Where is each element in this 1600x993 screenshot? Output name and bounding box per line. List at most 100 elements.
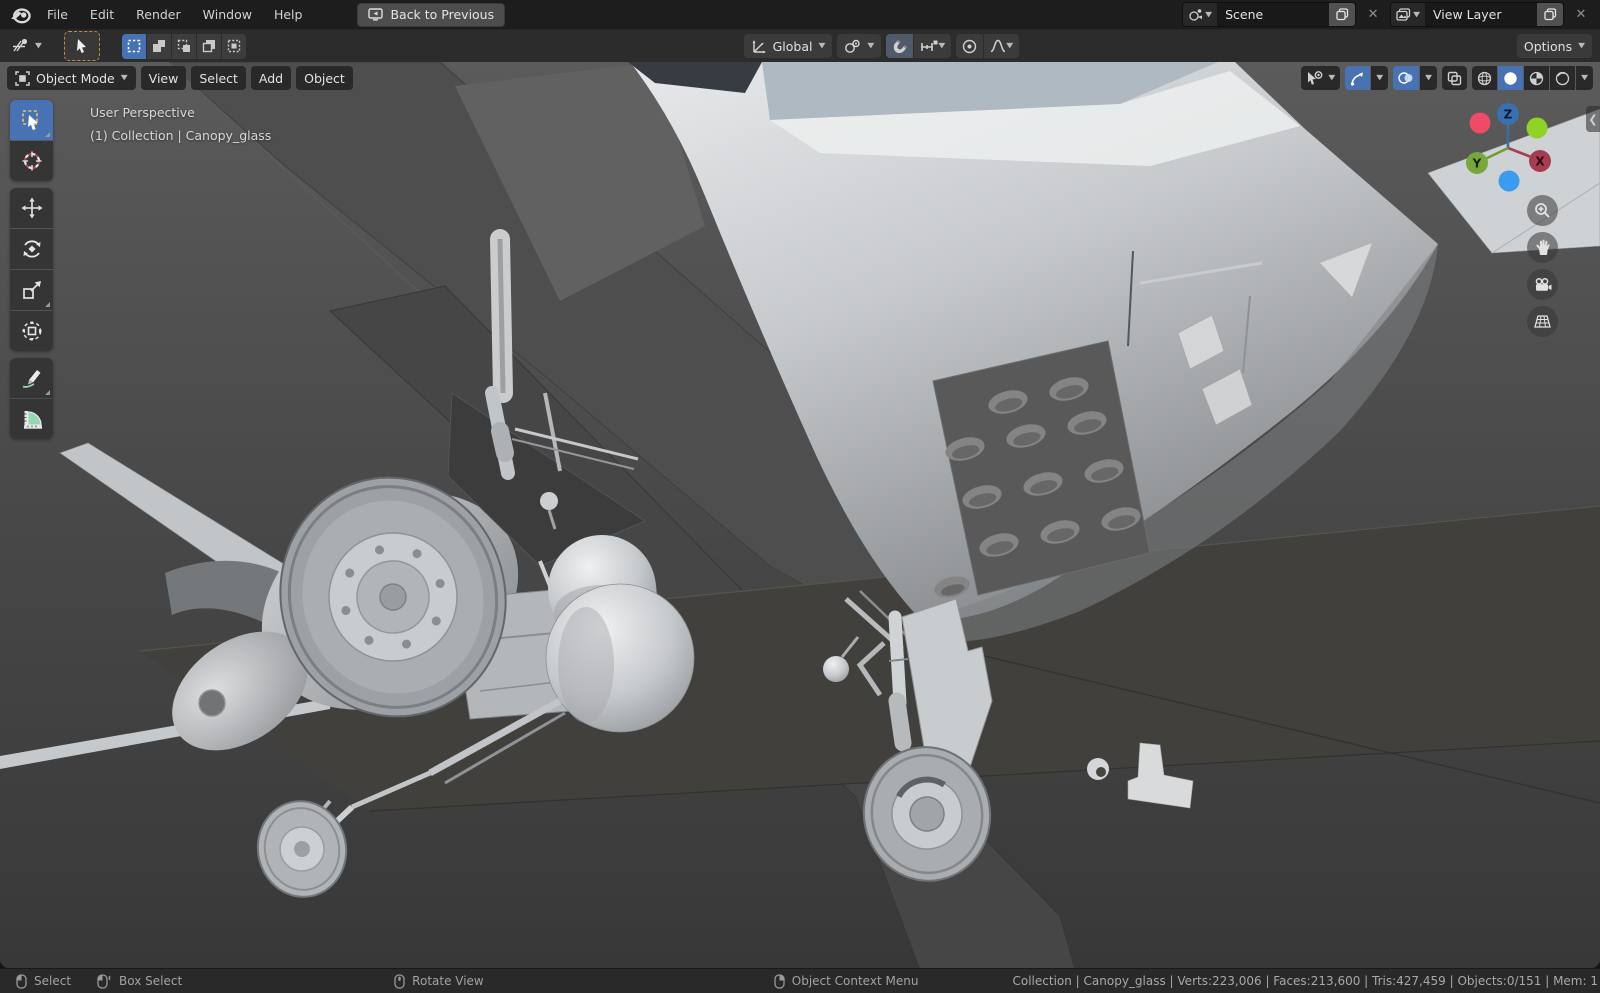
menu-help[interactable]: Help <box>263 4 314 26</box>
snap-toggle[interactable] <box>886 34 913 58</box>
solid-sphere-icon <box>1503 71 1518 86</box>
tool-scale[interactable] <box>10 270 53 310</box>
svg-text:Z: Z <box>1504 108 1513 122</box>
select-mode-intersect[interactable] <box>222 34 246 59</box>
chevron-down-icon: ▼ <box>1581 74 1588 82</box>
scene-browse-button[interactable]: ▼ <box>1183 3 1217 26</box>
tool-move[interactable] <box>10 188 53 228</box>
hand-icon <box>1535 239 1551 256</box>
overlays-icon <box>1398 71 1414 85</box>
chevron-down-icon: ▼ <box>1413 11 1420 19</box>
cursor-arrow-icon <box>74 38 90 54</box>
keymap-box-select: Box Select <box>97 974 182 989</box>
shading-solid-button[interactable] <box>1498 66 1523 90</box>
scene-name[interactable]: Scene <box>1217 7 1329 22</box>
transform-controls: Global ▼ ▼ <box>744 34 1020 58</box>
tool-measure[interactable] <box>10 399 53 439</box>
shading-rendered-button[interactable] <box>1550 66 1575 90</box>
back-to-previous-button[interactable]: Back to Previous <box>357 3 505 27</box>
gizmos-dropdown[interactable]: ▼ <box>1371 66 1388 90</box>
select-mode-new[interactable] <box>122 34 146 59</box>
viewport-header-right: ▼ ▼ <box>1301 66 1593 90</box>
xray-toggle[interactable] <box>1442 66 1467 90</box>
tool-annotate[interactable] <box>10 358 53 398</box>
gizmo-neg-x-ball[interactable] <box>1470 113 1491 134</box>
show-gizmos-toggle[interactable] <box>1345 66 1370 90</box>
tool-transform[interactable] <box>10 311 53 351</box>
overlays-dropdown[interactable]: ▼ <box>1420 66 1437 90</box>
snap-with-dropdown[interactable]: ▼ <box>914 34 951 58</box>
options-dropdown[interactable]: Options ▼ <box>1517 34 1592 58</box>
gizmo-z-ball[interactable]: Z <box>1497 103 1519 125</box>
selectability-eye-icon <box>1306 71 1324 85</box>
menu-edit[interactable]: Edit <box>79 4 125 26</box>
pan-button[interactable] <box>1527 232 1558 263</box>
view-layer-name[interactable]: View Layer <box>1425 7 1537 22</box>
perspective-toggle-button[interactable] <box>1527 306 1558 337</box>
navigation-gizmo[interactable]: Z X Y <box>1452 92 1564 204</box>
gizmo-x-ball[interactable]: X <box>1529 150 1551 172</box>
viewport-nav-buttons <box>1527 195 1558 337</box>
sidebar-toggle[interactable]: ❮ <box>1586 106 1600 132</box>
duplicate-icon <box>1544 8 1557 21</box>
back-screen-icon <box>368 8 383 21</box>
shading-dropdown[interactable]: ▼ <box>1576 66 1593 90</box>
view-layer-browse-button[interactable]: ▼ <box>1391 3 1425 26</box>
scene-new-button[interactable] <box>1329 3 1355 26</box>
visibility-dropdown[interactable]: ▼ <box>1301 66 1340 90</box>
view-layer-icon <box>1396 8 1411 22</box>
scene-unlink-button[interactable]: ✕ <box>1362 3 1384 26</box>
keymap-select: Select <box>16 974 71 989</box>
tool-select-box[interactable] <box>10 100 53 140</box>
viewport-menu-view[interactable]: View <box>141 66 187 90</box>
select-mode-extend[interactable] <box>147 34 171 59</box>
scene-selector[interactable]: ▼ Scene <box>1182 2 1356 27</box>
menu-render[interactable]: Render <box>125 4 192 26</box>
gizmo-y-ball[interactable]: Y <box>1466 152 1488 174</box>
3d-viewport[interactable]: Object Mode ▼ View Select Add Object ▼ <box>0 62 1600 968</box>
select-mode-subtract[interactable] <box>172 34 196 59</box>
pivot-point-dropdown[interactable]: ▼ <box>837 34 881 58</box>
shading-mode-group: ▼ <box>1472 66 1593 90</box>
editor-type-button[interactable]: ▼ <box>8 38 46 54</box>
chevron-down-icon: ▼ <box>1425 74 1432 82</box>
viewport-menu-add[interactable]: Add <box>251 66 291 90</box>
viewport-menu-select[interactable]: Select <box>191 66 246 90</box>
transform-orientation-dropdown[interactable]: Global ▼ <box>744 34 833 58</box>
view-layer-selector[interactable]: ▼ View Layer <box>1390 2 1564 27</box>
gizmos-control: ▼ <box>1345 66 1388 90</box>
proportional-edit-toggle[interactable] <box>956 34 983 58</box>
blender-logo-icon[interactable] <box>10 6 32 24</box>
falloff-curve-icon <box>990 39 1006 53</box>
menu-window[interactable]: Window <box>192 4 263 26</box>
viewport-menu-object[interactable]: Object <box>296 66 353 90</box>
object-mode-icon <box>15 71 30 86</box>
chevron-down-icon: ▼ <box>35 42 42 50</box>
tool-rotate[interactable] <box>10 229 53 269</box>
view-layer-remove-button[interactable]: ✕ <box>1570 3 1592 26</box>
keymap-label: Select <box>34 974 71 988</box>
gizmo-icon <box>1350 71 1365 86</box>
mode-label: Object Mode <box>36 71 115 86</box>
gizmo-neg-z-ball[interactable] <box>1499 171 1520 192</box>
show-overlays-toggle[interactable] <box>1393 66 1419 90</box>
active-tool-indicator[interactable] <box>64 31 100 61</box>
shading-wireframe-button[interactable] <box>1472 66 1497 90</box>
viewport-canvas[interactable] <box>0 62 1600 968</box>
tool-cursor[interactable] <box>10 141 53 181</box>
keymap-label: Object Context Menu <box>792 974 919 988</box>
view-layer-new-button[interactable] <box>1537 3 1563 26</box>
mode-dropdown[interactable]: Object Mode ▼ <box>7 66 136 90</box>
subtool-indicator <box>45 390 50 395</box>
scene-icon <box>1188 8 1203 22</box>
zoom-button[interactable] <box>1527 195 1558 226</box>
chevron-down-icon: ▼ <box>1205 11 1212 19</box>
proportional-falloff-dropdown[interactable]: ▼ <box>984 34 1019 58</box>
select-mode-invert[interactable] <box>197 34 221 59</box>
gizmo-neg-y-ball[interactable] <box>1527 118 1548 139</box>
camera-view-button[interactable] <box>1527 269 1558 300</box>
material-sphere-icon <box>1529 71 1544 86</box>
pivot-icon <box>844 39 861 54</box>
shading-material-button[interactable] <box>1524 66 1549 90</box>
menu-file[interactable]: File <box>36 4 79 26</box>
